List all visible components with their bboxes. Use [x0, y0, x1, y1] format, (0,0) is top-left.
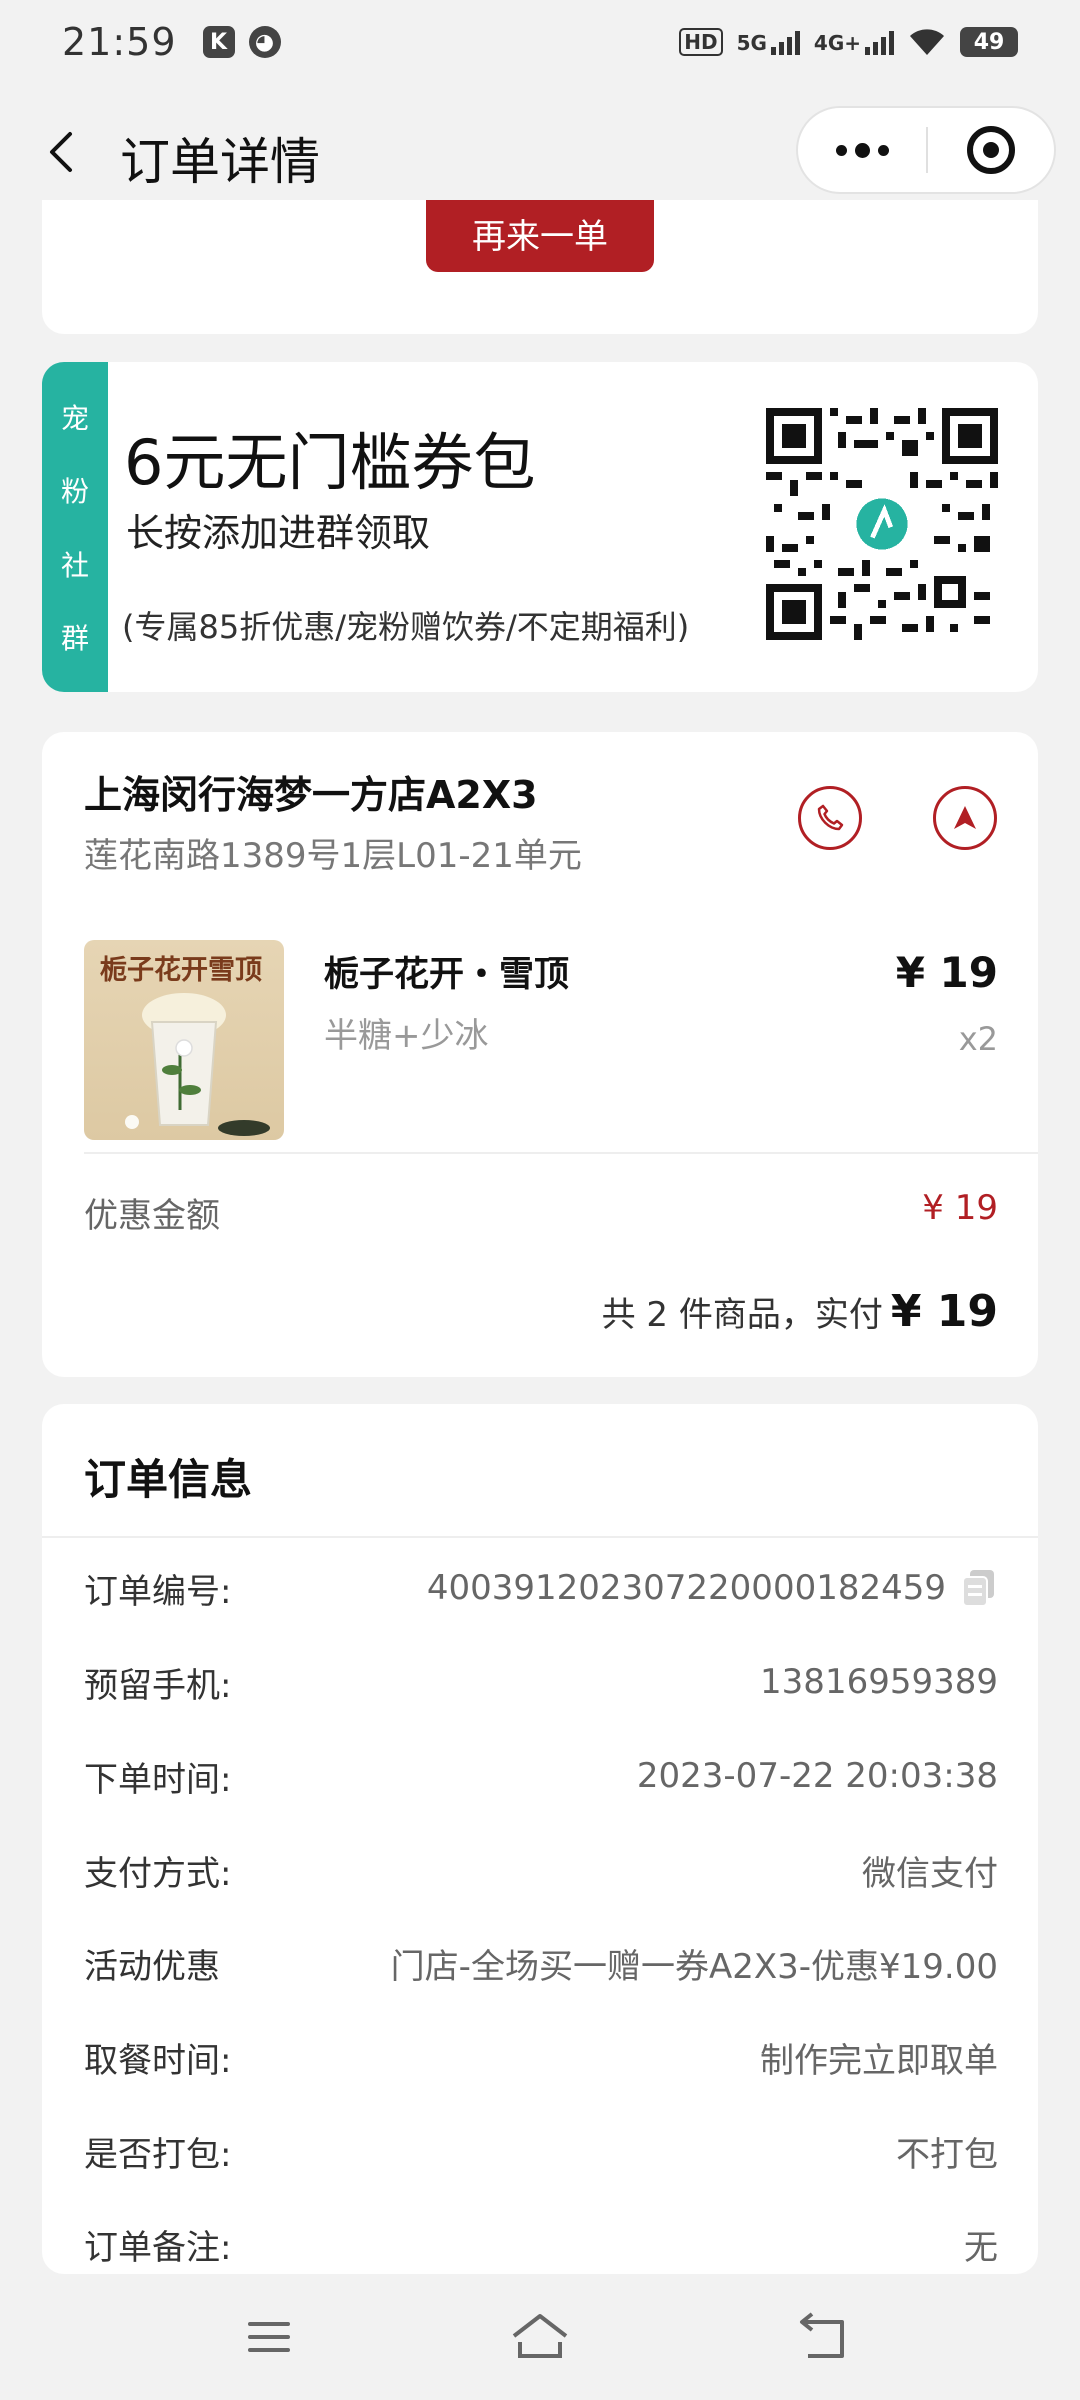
call-store-button[interactable] [798, 786, 862, 850]
wechat-icon: ◕ [248, 26, 281, 58]
reorder-card: 再来一单 [42, 200, 1038, 334]
row-value: 2023-07-22 20:03:38 [636, 1756, 998, 1796]
back-arrow-icon[interactable] [38, 126, 90, 178]
notification-icons: K ◕ [202, 26, 281, 58]
row-value: 微信支付 [862, 1853, 998, 1894]
page-title: 订单详情 [120, 133, 320, 191]
row-label: 订单编号: [84, 1571, 232, 1612]
signal-5g-icon: 5G [737, 29, 800, 55]
coupon-banner[interactable]: 宠 粉 社 群 6元无门槛券包 长按添加进群领取 (专属85折优惠/宠粉赠饮券/… [42, 362, 1038, 692]
fan-group-tag: 宠 粉 社 群 [42, 362, 108, 692]
promotion-row: 活动优惠 门店-全场买一赠一券A2X3-优惠¥19.00 [84, 1933, 998, 1993]
more-menu-icon[interactable] [798, 108, 926, 192]
signal-4g-icon: 4G+ [814, 29, 894, 55]
tag-char: 群 [60, 622, 89, 656]
divider [84, 1152, 1038, 1154]
row-label: 预留手机: [84, 1665, 232, 1706]
phone-row: 预留手机: 13816959389 [84, 1652, 998, 1712]
store-address: 莲花南路1389号1层L01-21单元 [84, 836, 582, 876]
system-indicators: HD 5G 4G+ 49 [679, 27, 1018, 57]
divider [42, 1536, 1038, 1538]
home-icon[interactable] [510, 2312, 570, 2362]
menu-icon[interactable] [244, 2312, 294, 2362]
coupon-note: (专属85折优惠/宠粉赠饮券/不定期福利) [122, 608, 690, 646]
row-label: 活动优惠 [84, 1946, 220, 1987]
title-bar: 订单详情 [0, 104, 1080, 200]
group-qr-code[interactable] [766, 408, 998, 640]
row-label: 是否打包: [84, 2134, 232, 2175]
row-value: 400391202307220000182459 [427, 1568, 998, 1608]
row-value: 13816959389 [760, 1662, 998, 1702]
reorder-button[interactable]: 再来一单 [426, 200, 654, 272]
hd-label: HD [679, 28, 723, 56]
tag-char: 宠 [60, 401, 89, 435]
packing-row: 是否打包: 不打包 [84, 2121, 998, 2181]
mini-program-capsule [796, 106, 1056, 194]
remark-row: 订单备注: 无 [84, 2214, 998, 2274]
row-label: 下单时间: [84, 1759, 232, 1800]
payment-row: 支付方式: 微信支付 [84, 1840, 998, 1900]
back-nav-icon[interactable] [798, 2312, 852, 2362]
discount-label: 优惠金额 [84, 1196, 220, 1236]
total-line: 共 2 件商品，实付 ¥ 19 [602, 1286, 998, 1337]
status-time: 21:59 [62, 20, 177, 64]
tag-char: 社 [60, 548, 89, 582]
pickup-time-row: 取餐时间: 制作完立即取单 [84, 2027, 998, 2087]
battery-icon: 49 [960, 27, 1018, 57]
close-mini-program-button[interactable] [928, 126, 1054, 174]
coupon-subtitle: 长按添加进群领取 [126, 511, 431, 555]
coupon-title: 6元无门槛券包 [124, 426, 536, 499]
system-navigation-bar [0, 2274, 1080, 2400]
row-value: 制作完立即取单 [760, 2040, 998, 2081]
k-app-icon: K [202, 26, 235, 58]
product-quantity: x2 [958, 1020, 998, 1058]
row-label: 支付方式: [84, 1853, 232, 1894]
discount-value: ¥ 19 [922, 1188, 998, 1228]
total-value: ¥ 19 [890, 1286, 998, 1337]
order-number: 400391202307220000182459 [426, 1568, 946, 1608]
navigate-store-button[interactable] [933, 786, 997, 850]
copy-icon[interactable] [960, 1568, 998, 1608]
label-5g: 5G [736, 31, 767, 55]
row-label: 订单备注: [84, 2227, 232, 2268]
order-info-card: 订单信息 订单编号: 400391202307220000182459 预留手机… [42, 1404, 1038, 2274]
order-number-row: 订单编号: 400391202307220000182459 [84, 1558, 998, 1618]
store-name: 上海闵行海梦一方店A2X3 [84, 773, 538, 817]
product-price: ¥ 19 [895, 948, 998, 997]
row-label: 取餐时间: [84, 2040, 232, 2081]
phone-icon [817, 804, 844, 831]
wifi-icon [910, 29, 944, 55]
row-value: 无 [964, 2227, 998, 2268]
row-value: 不打包 [896, 2134, 998, 2175]
drink-cup-illustration [125, 993, 270, 1136]
status-bar: 21:59 K ◕ HD 5G 4G+ 49 [0, 0, 1080, 84]
tag-char: 粉 [60, 475, 89, 509]
target-close-icon [967, 126, 1015, 174]
product-spec: 半糖+少冰 [324, 1016, 489, 1056]
order-time-row: 下单时间: 2023-07-22 20:03:38 [84, 1746, 998, 1806]
row-value: 门店-全场买一赠一券A2X3-优惠¥19.00 [390, 1946, 998, 1987]
order-info-title: 订单信息 [84, 1455, 253, 1504]
product-image: 栀子花开雪顶 [84, 940, 284, 1140]
label-4g: 4G+ [813, 31, 861, 55]
order-summary-card: 上海闵行海梦一方店A2X3 莲花南路1389号1层L01-21单元 栀子花开雪顶… [42, 732, 1038, 1377]
product-name: 栀子花开・雪顶 [324, 955, 570, 995]
navigation-arrow-icon [954, 806, 976, 829]
total-text: 共 2 件商品，实付 [601, 1295, 883, 1335]
